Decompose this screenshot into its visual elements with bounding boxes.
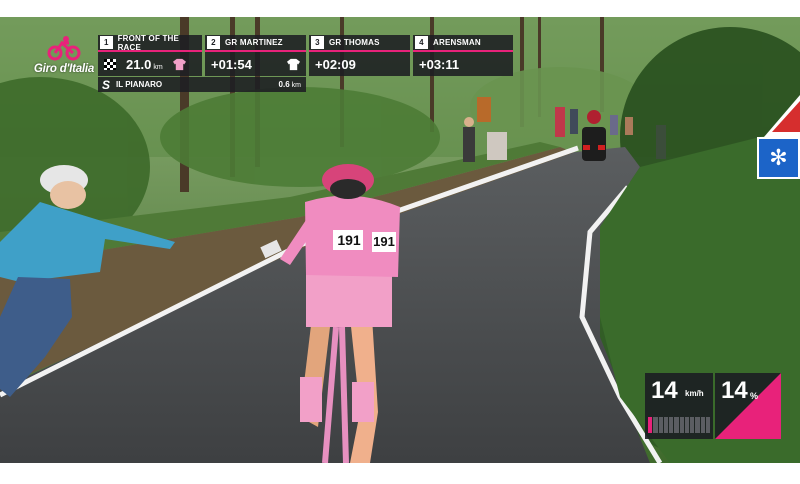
card-front-of-race: 1 FRONT OF THE RACE 21.0 km [98, 33, 202, 76]
white-jersey-icon [287, 58, 300, 70]
effort-segment [705, 417, 710, 433]
rider-number-side: 191 [373, 234, 395, 249]
effort-segment [700, 417, 705, 433]
card-head: 2 GR MARTINEZ [205, 35, 306, 52]
card-body: +02:09 [309, 52, 410, 76]
gradient-value: 14 [721, 377, 748, 404]
effort-segment [679, 417, 684, 433]
pink-jersey-icon [172, 58, 186, 70]
card-title: GR THOMAS [329, 38, 380, 47]
speed-value: 14 [651, 377, 678, 404]
effort-segment [658, 417, 663, 433]
card-gr-martinez: 2 GR MARTINEZ +01:54 [205, 35, 306, 76]
card-body: +01:54 [205, 52, 306, 76]
time-gap: +02:09 [315, 56, 356, 72]
effort-bar [648, 417, 710, 433]
cyclist-logo-icon [47, 36, 81, 61]
effort-segment [695, 417, 700, 433]
position-badge: 1 [100, 36, 113, 49]
logo-text: Giro d'Italia [33, 63, 95, 75]
rider-number-back: 191 [337, 232, 361, 248]
card-body: 21.0 km [98, 52, 202, 76]
position-badge: 4 [415, 36, 428, 49]
effort-segment [653, 417, 658, 433]
sign-arrow-icon: ✻ [769, 145, 788, 170]
card-head: 1 FRONT OF THE RACE [98, 33, 202, 52]
speed-panel: 14 km/h [645, 373, 713, 439]
card-head: 4 ARENSMAN [413, 35, 513, 52]
gradient-unit: % [750, 391, 759, 401]
effort-segment [690, 417, 695, 433]
time-gap: +01:54 [211, 56, 252, 72]
effort-segment [684, 417, 689, 433]
card-title: GR MARTINEZ [225, 38, 283, 47]
card-title: FRONT OF THE RACE [117, 33, 180, 52]
effort-segment [663, 417, 668, 433]
climb-name: IL PIANARO [116, 80, 163, 89]
card-body: +03:11 [413, 52, 513, 76]
climb-info-row: S IL PIANARO 0.6 km [98, 77, 306, 92]
checkered-flag-icon [104, 58, 116, 70]
position-badge: 2 [207, 36, 220, 49]
position-badge: 3 [311, 36, 324, 49]
card-arensman: 4 ARENSMAN +03:11 [413, 35, 513, 76]
time-gap: +03:11 [419, 56, 460, 72]
card-gr-thomas: 3 GR THOMAS +02:09 [309, 35, 410, 76]
card-head: 3 GR THOMAS [309, 35, 410, 52]
effort-segment [669, 417, 674, 433]
gradient-panel: 14 % [715, 373, 781, 439]
sprint-s-icon: S [102, 77, 111, 92]
distance-value: 21.0 km [126, 56, 163, 72]
effort-segment [648, 417, 653, 433]
race-logo: Giro d'Italia [33, 35, 95, 95]
climb-distance: 0.6 km [278, 80, 301, 89]
direction-sign: ✻ [757, 137, 800, 179]
speed-unit: km/h [685, 389, 704, 398]
card-title: ARENSMAN [433, 38, 481, 47]
effort-segment [674, 417, 679, 433]
